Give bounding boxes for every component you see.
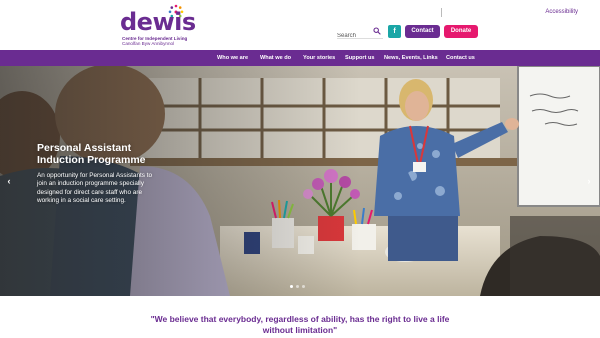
- hero-slider: Personal Assistant Induction Programme A…: [0, 66, 600, 296]
- nav-item-news-events-links[interactable]: News, Events, Links: [384, 50, 438, 66]
- search-input[interactable]: [337, 29, 369, 43]
- main-navigation: Who we are What we do Your stories Suppo…: [0, 50, 600, 66]
- slider-dot-3[interactable]: [302, 285, 305, 288]
- contact-button[interactable]: Contact: [405, 25, 440, 38]
- dewis-logo[interactable]: dewis Centre for Independent Living Cano…: [120, 4, 196, 48]
- facebook-button[interactable]: f: [388, 25, 401, 38]
- nav-item-contact-us[interactable]: Contact us: [446, 50, 475, 66]
- accessibility-link[interactable]: Accessibility: [545, 9, 578, 15]
- slider-next-arrow-icon[interactable]: ›: [584, 175, 594, 187]
- nav-item-support-us[interactable]: Support us: [345, 50, 375, 66]
- slider-dot-1[interactable]: [290, 285, 293, 288]
- nav-item-who-we-are[interactable]: Who we are: [217, 50, 248, 66]
- nav-item-your-stories[interactable]: Your stories: [303, 50, 335, 66]
- slider-dot-2[interactable]: [296, 285, 299, 288]
- site-header: dewis Centre for Independent Living Cano…: [0, 0, 600, 50]
- search-icon[interactable]: [373, 27, 381, 35]
- donate-button[interactable]: Donate: [444, 25, 478, 38]
- hero-description: An opportunity for Personal Assistants t…: [37, 172, 153, 204]
- slider-dots: [290, 285, 310, 289]
- hero-title: Personal Assistant Induction Programme: [37, 142, 146, 166]
- slider-prev-arrow-icon[interactable]: ‹: [4, 175, 14, 187]
- logo-tagline-welsh: Canolfan Byw Annibynnol: [122, 41, 175, 46]
- mission-quote: "We believe that everybody, regardless o…: [150, 314, 450, 335]
- search-box: [337, 24, 383, 43]
- logo-wordmark: dewis: [120, 8, 196, 36]
- header-divider: [441, 8, 442, 17]
- nav-item-what-we-do[interactable]: What we do: [260, 50, 291, 66]
